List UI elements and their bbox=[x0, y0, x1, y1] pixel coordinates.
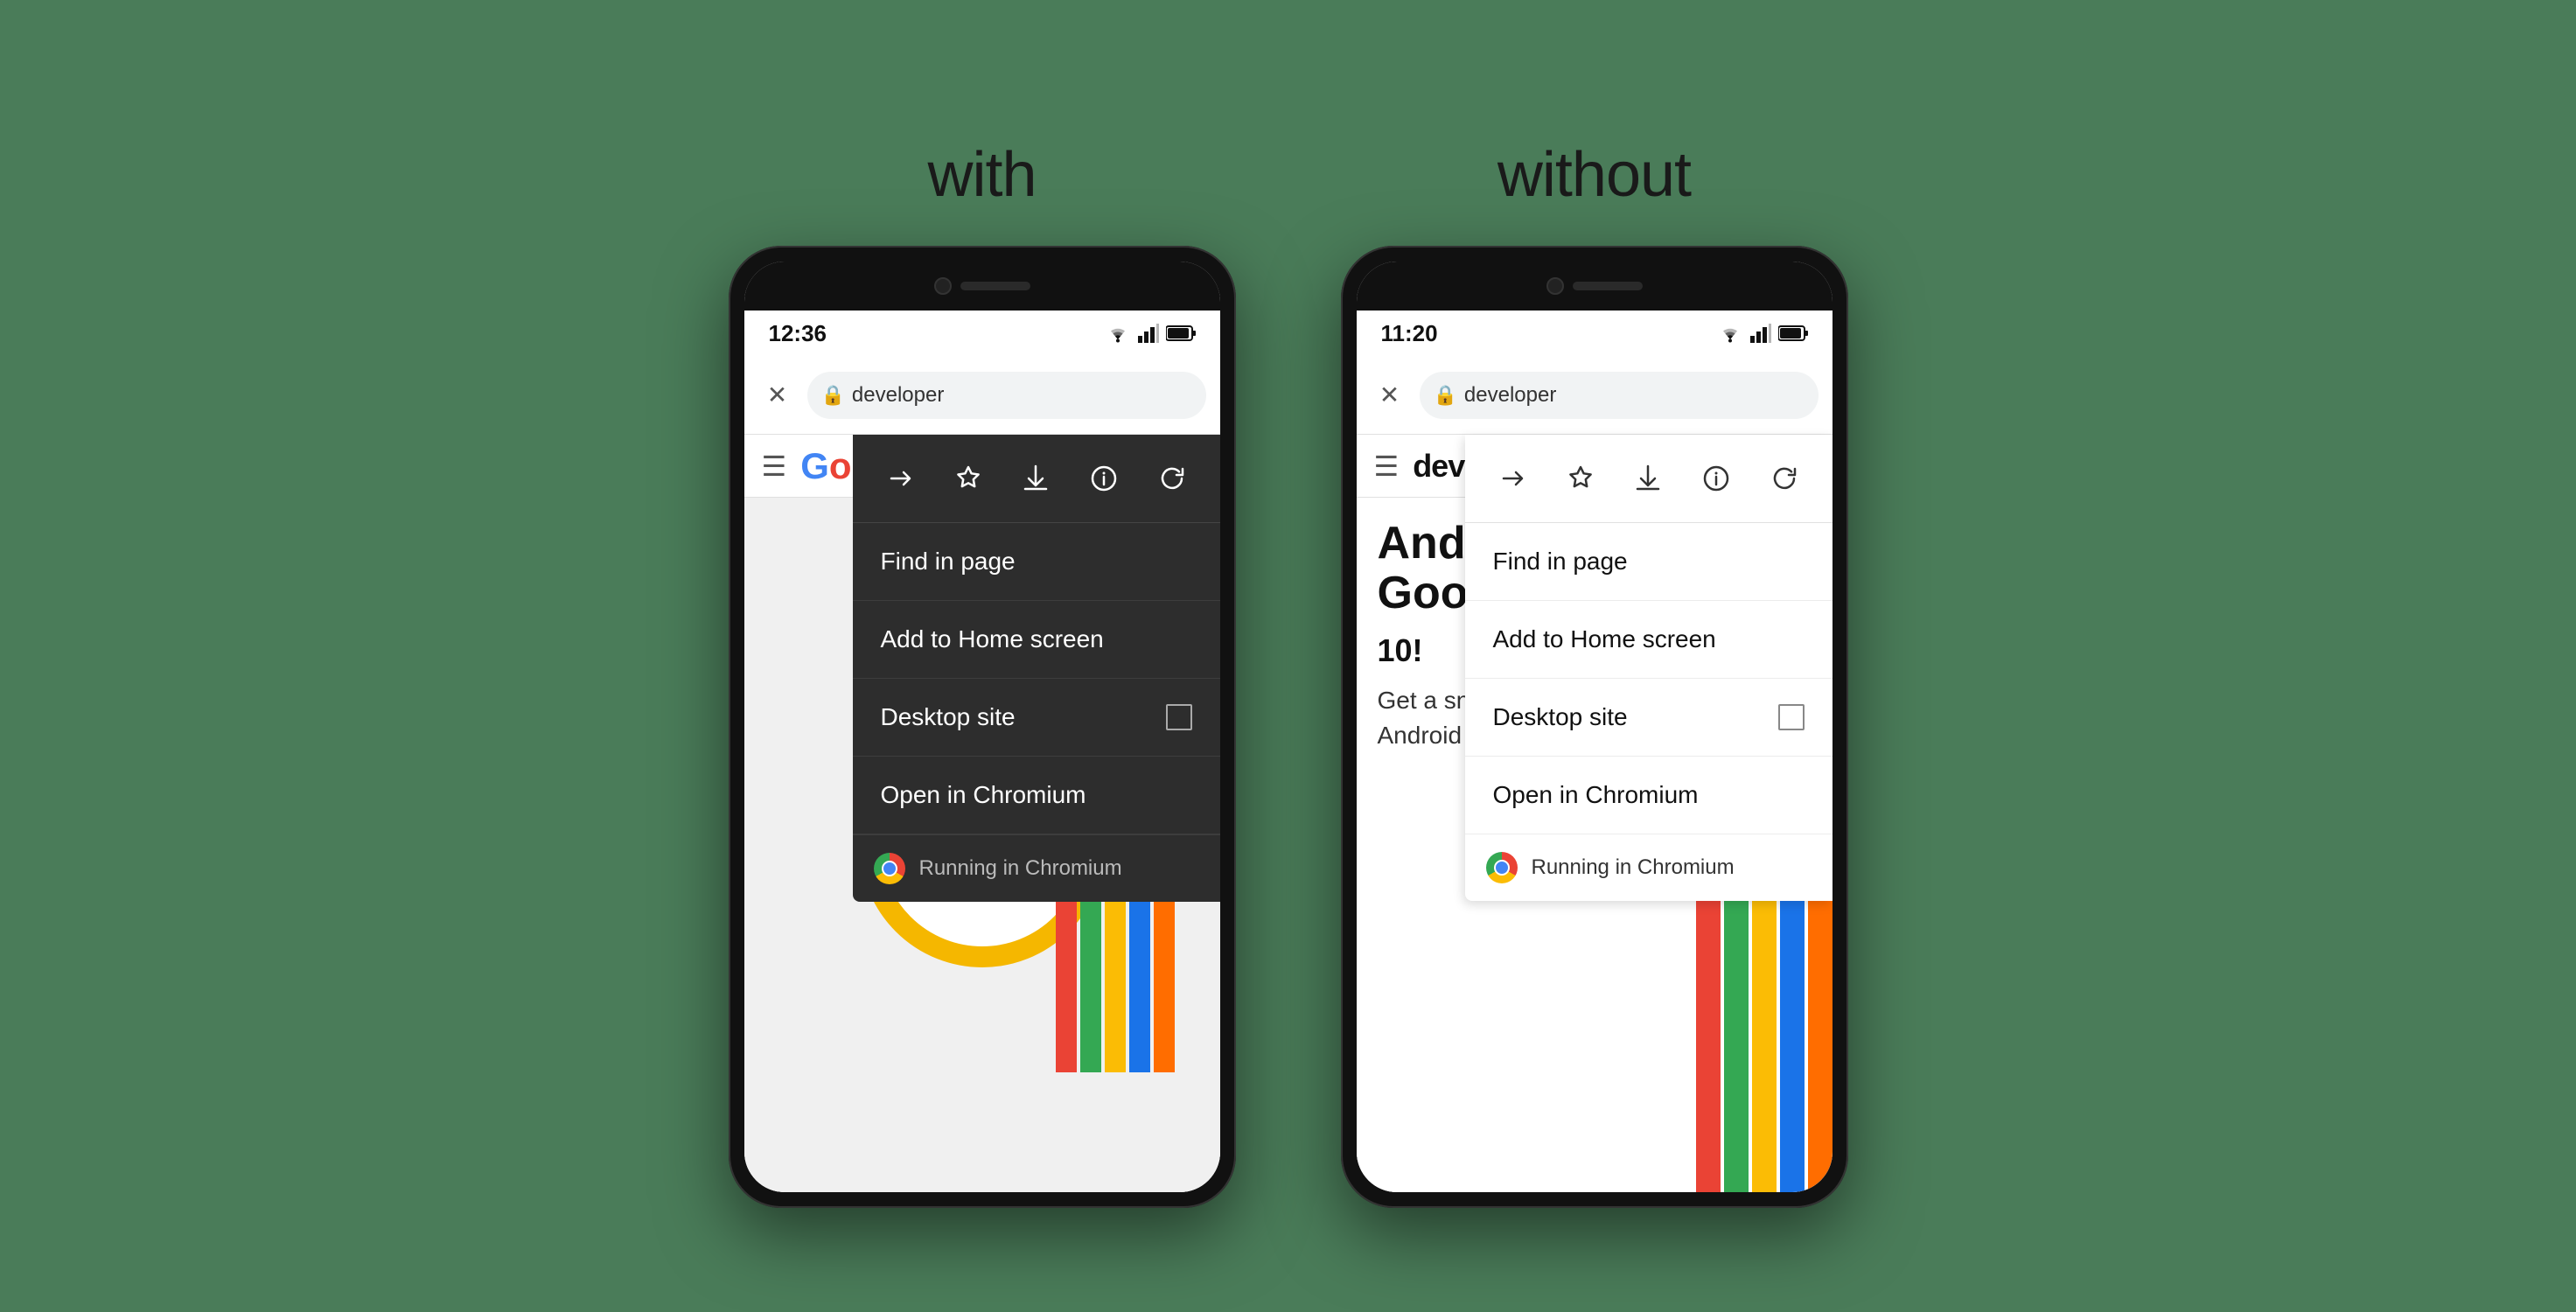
right-menu-forward-btn[interactable] bbox=[1490, 456, 1535, 501]
left-menu-forward-btn[interactable] bbox=[877, 456, 923, 501]
right-menu-refresh-btn[interactable] bbox=[1762, 456, 1807, 501]
left-status-icons bbox=[1105, 324, 1196, 343]
right-status-bar: 11:20 bbox=[1357, 311, 1833, 356]
right-browser-chrome: ✕ 🔒 developer bbox=[1357, 356, 1833, 435]
right-menu-footer: Running in Chromium bbox=[1465, 834, 1833, 901]
right-notch bbox=[1357, 262, 1833, 311]
left-menu-footer: Running in Chromium bbox=[853, 834, 1220, 902]
battery-icon bbox=[1166, 325, 1196, 342]
right-chromium-icon bbox=[1486, 852, 1518, 883]
right-lock-icon: 🔒 bbox=[1434, 384, 1457, 407]
left-menu-download-btn[interactable] bbox=[1013, 456, 1058, 501]
right-menu-download-btn[interactable] bbox=[1625, 456, 1671, 501]
left-desktop-checkbox[interactable] bbox=[1166, 704, 1192, 730]
right-url: developer bbox=[1464, 383, 1556, 408]
right-menu-toolbar bbox=[1465, 435, 1833, 523]
right-close-btn[interactable]: ✕ bbox=[1371, 376, 1409, 415]
left-page-wrapper: ☰ Google I/O bbox=[744, 435, 1220, 1192]
left-running-text: Running in Chromium bbox=[919, 856, 1122, 881]
left-hamburger-icon: ☰ bbox=[762, 450, 787, 483]
right-address-bar[interactable]: 🔒 developer bbox=[1420, 372, 1819, 419]
left-speaker bbox=[960, 282, 1030, 290]
right-speaker bbox=[1573, 282, 1643, 290]
right-light-menu: Find in page Add to Home screen Desktop … bbox=[1465, 435, 1833, 901]
without-section: without 11:20 bbox=[1341, 139, 1848, 1208]
right-desktop-checkbox[interactable] bbox=[1778, 704, 1805, 730]
right-running-text: Running in Chromium bbox=[1532, 855, 1735, 880]
comparison-container: with 12:36 bbox=[729, 104, 1848, 1208]
right-phone-inner: 11:20 bbox=[1357, 262, 1833, 1192]
left-chromium-icon bbox=[874, 853, 905, 884]
left-dark-menu: Find in page Add to Home screen Desktop … bbox=[853, 435, 1220, 902]
right-battery-icon bbox=[1778, 325, 1808, 342]
right-hamburger-icon: ☰ bbox=[1374, 450, 1400, 483]
right-menu-open-chromium[interactable]: Open in Chromium bbox=[1465, 757, 1833, 834]
left-status-bar: 12:36 bbox=[744, 311, 1220, 356]
left-menu-desktop-site[interactable]: Desktop site bbox=[853, 679, 1220, 757]
right-menu-find-in-page[interactable]: Find in page bbox=[1465, 523, 1833, 601]
left-camera bbox=[934, 277, 952, 295]
right-menu-add-to-home[interactable]: Add to Home screen bbox=[1465, 601, 1833, 679]
left-menu-add-to-home[interactable]: Add to Home screen bbox=[853, 601, 1220, 679]
without-label: without bbox=[1497, 139, 1691, 211]
left-phone-frame: 12:36 bbox=[729, 246, 1236, 1208]
right-camera bbox=[1546, 277, 1564, 295]
left-menu-star-btn[interactable] bbox=[946, 456, 991, 501]
left-address-bar[interactable]: 🔒 developer bbox=[807, 372, 1206, 419]
left-menu-toolbar bbox=[853, 435, 1220, 523]
right-phone-frame: 11:20 bbox=[1341, 246, 1848, 1208]
right-time: 11:20 bbox=[1381, 320, 1438, 347]
right-wifi-icon bbox=[1717, 324, 1743, 343]
left-menu-info-btn[interactable] bbox=[1081, 456, 1127, 501]
with-label: with bbox=[927, 139, 1036, 211]
left-menu-find-in-page[interactable]: Find in page bbox=[853, 523, 1220, 601]
right-status-icons bbox=[1717, 324, 1808, 343]
right-page-wrapper: ☰ develop bbox=[1357, 435, 1833, 1192]
right-menu-info-btn[interactable] bbox=[1693, 456, 1739, 501]
left-close-btn[interactable]: ✕ bbox=[758, 376, 797, 415]
left-phone-inner: 12:36 bbox=[744, 262, 1220, 1192]
right-menu-star-btn[interactable] bbox=[1558, 456, 1603, 501]
with-section: with 12:36 bbox=[729, 139, 1236, 1208]
right-menu-desktop-site[interactable]: Desktop site bbox=[1465, 679, 1833, 757]
left-menu-refresh-btn[interactable] bbox=[1149, 456, 1195, 501]
left-time: 12:36 bbox=[769, 320, 827, 347]
wifi-icon bbox=[1105, 324, 1131, 343]
left-menu-open-chromium[interactable]: Open in Chromium bbox=[853, 757, 1220, 834]
left-notch bbox=[744, 262, 1220, 311]
left-url: developer bbox=[852, 383, 944, 408]
left-browser-chrome: ✕ 🔒 developer bbox=[744, 356, 1220, 435]
left-lock-icon: 🔒 bbox=[821, 384, 845, 407]
signal-icon bbox=[1138, 324, 1159, 343]
right-signal-icon bbox=[1750, 324, 1771, 343]
